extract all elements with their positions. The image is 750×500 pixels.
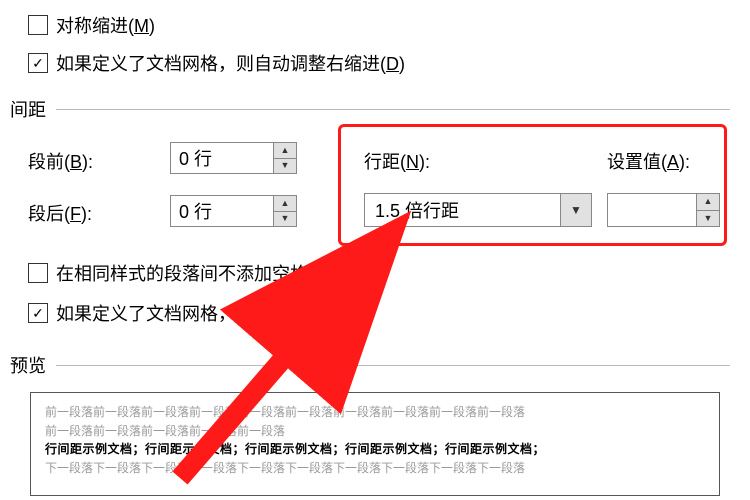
divider xyxy=(56,109,730,110)
chevron-down-icon[interactable]: ▼ xyxy=(561,193,592,227)
snap-grid-checkbox[interactable] xyxy=(28,303,48,323)
mirror-indent-checkbox[interactable] xyxy=(28,15,48,35)
spacing-group-title: 间距 xyxy=(10,96,46,122)
preview-text-after: 下一段落下一段落下一段落下一段落下一段落下一段落下一段落下一段落下一段落下一段落 xyxy=(45,459,705,478)
no-space-same-style-checkbox[interactable] xyxy=(28,263,48,283)
highlight-box xyxy=(338,124,727,246)
at-value[interactable] xyxy=(607,193,697,227)
spacing-group-header: 间距 xyxy=(10,96,730,122)
space-before-value[interactable]: 0 行 xyxy=(170,142,274,174)
space-before-down[interactable]: ▼ xyxy=(274,158,296,174)
at-label: 设置值(A): xyxy=(607,148,690,174)
preview-text-before-2: 前一段落前一段落前一段落前一段落前一段落 xyxy=(45,422,705,441)
line-spacing-combo[interactable]: 1.5 倍行距 ▼ xyxy=(364,193,592,227)
snap-grid-label: 如果定义了文档网格，则 到网格(W) xyxy=(56,300,357,326)
space-after-label: 段后(F): xyxy=(28,200,92,226)
right-indent-grid-checkbox[interactable] xyxy=(28,53,48,73)
snap-grid-row: 如果定义了文档网格，则 到网格(W) xyxy=(28,300,357,326)
line-spacing-label: 行距(N): xyxy=(364,148,430,174)
space-after-up[interactable]: ▲ xyxy=(274,196,296,211)
preview-group-title: 预览 xyxy=(10,352,46,378)
mirror-indent-row: 对称缩进(M) xyxy=(28,12,155,38)
no-space-same-style-row: 在相同样式的段落间不添加空格(C) xyxy=(28,260,333,286)
at-up[interactable]: ▲ xyxy=(697,194,719,210)
paragraph-dialog: 对称缩进(M) 如果定义了文档网格，则自动调整右缩进(D) 间距 段前(B): … xyxy=(0,0,750,500)
space-before-label: 段前(B): xyxy=(28,148,93,174)
space-after-down[interactable]: ▼ xyxy=(274,211,296,227)
at-spinner[interactable]: ▲ ▼ xyxy=(607,193,720,227)
preview-group-header: 预览 xyxy=(10,352,730,378)
preview-text-sample: 行间距示例文档；行间距示例文档；行间距示例文档；行间距示例文档；行间距示例文档； xyxy=(45,440,705,459)
space-after-spinner[interactable]: 0 行 ▲ ▼ xyxy=(170,195,297,227)
right-indent-grid-row: 如果定义了文档网格，则自动调整右缩进(D) xyxy=(28,50,405,76)
preview-box: 前一段落前一段落前一段落前一段落前一段落前一段落前一段落前一段落前一段落前一段落… xyxy=(30,392,720,496)
space-before-up[interactable]: ▲ xyxy=(274,143,296,158)
divider xyxy=(56,365,730,366)
mirror-indent-label: 对称缩进(M) xyxy=(56,12,155,38)
preview-text-before-1: 前一段落前一段落前一段落前一段落前一段落前一段落前一段落前一段落前一段落前一段落 xyxy=(45,403,705,422)
space-after-value[interactable]: 0 行 xyxy=(170,195,274,227)
line-spacing-value[interactable]: 1.5 倍行距 xyxy=(364,193,561,227)
no-space-same-style-label: 在相同样式的段落间不添加空格(C) xyxy=(56,260,333,286)
right-indent-grid-label: 如果定义了文档网格，则自动调整右缩进(D) xyxy=(56,50,405,76)
space-before-spinner[interactable]: 0 行 ▲ ▼ xyxy=(170,142,297,174)
at-down[interactable]: ▼ xyxy=(697,210,719,227)
